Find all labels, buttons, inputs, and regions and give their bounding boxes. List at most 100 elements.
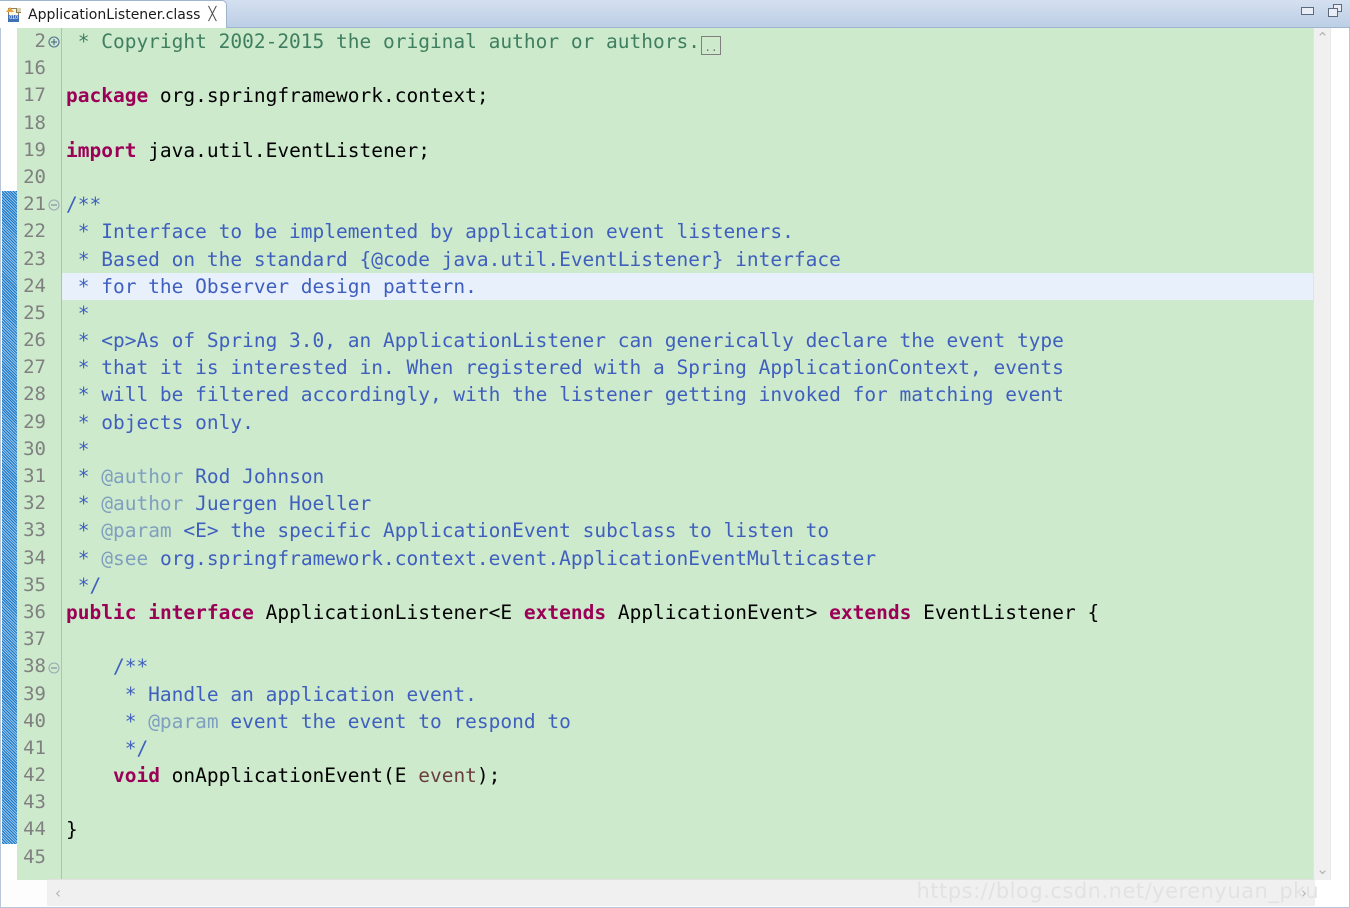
code-token: ApplicationEvent> xyxy=(606,600,830,624)
line-number: 22 xyxy=(23,220,46,243)
line-number: 31 xyxy=(23,465,46,487)
minimize-icon[interactable] xyxy=(1301,6,1314,15)
code-line[interactable]: * @param <E> the specific ApplicationEve… xyxy=(62,517,1316,544)
code-token: * xyxy=(66,437,90,461)
code-token: * xyxy=(66,546,102,570)
scroll-up-icon[interactable]: ⌃ xyxy=(1314,30,1331,47)
line-number: 17 xyxy=(23,84,46,107)
chevron-up-icon: ⌃ xyxy=(1316,29,1329,47)
line-number: 45 xyxy=(23,845,46,868)
line-number: 19 xyxy=(23,138,46,161)
code-token: * Copyright 2002-2015 the original autho… xyxy=(66,30,700,53)
scrollbar-corner xyxy=(2,880,47,906)
line-number: 21 xyxy=(23,193,46,216)
line-number: 20 xyxy=(23,165,46,188)
code-token: * Handle an application event. xyxy=(66,682,477,706)
code-line[interactable]: * @author Juergen Hoeller xyxy=(62,490,1316,517)
code-line[interactable] xyxy=(62,55,1316,82)
code-token: @param xyxy=(148,709,219,733)
line-number: 33 xyxy=(23,519,46,542)
code-token: * xyxy=(66,519,102,543)
code-line[interactable]: * Interface to be implemented by applica… xyxy=(62,218,1316,245)
code-line[interactable] xyxy=(62,844,1316,871)
code-line[interactable]: /** xyxy=(62,653,1316,680)
code-token: @author xyxy=(101,465,184,488)
code-line[interactable] xyxy=(62,789,1316,816)
line-number: 2 xyxy=(34,30,46,52)
line-number: 28 xyxy=(23,383,46,406)
code-line[interactable]: public interface ApplicationListener<E e… xyxy=(62,599,1316,626)
code-token: * xyxy=(66,465,102,488)
code-token: org.springframework.context.event.Applic… xyxy=(148,546,877,570)
code-token: * xyxy=(66,301,90,325)
code-line[interactable]: * that it is interested in. When registe… xyxy=(62,354,1316,381)
overview-ruler[interactable] xyxy=(1330,28,1348,880)
code-line[interactable]: */ xyxy=(62,572,1316,599)
code-token: * Based on the standard {@code java.util… xyxy=(66,247,841,271)
line-number: 42 xyxy=(23,764,46,787)
editor-body: 2 16 17 18 19 20 21 22 23 24 25 26 27 28 29 30 31 32 33 34 3… xyxy=(0,28,1350,908)
class-file-icon: 010 xyxy=(6,6,22,23)
fold-collapse-icon[interactable] xyxy=(48,662,60,674)
scroll-left-icon[interactable]: ‹ xyxy=(49,880,67,906)
code-line[interactable]: void onApplicationEvent(E event); xyxy=(62,762,1316,789)
code-token: ); xyxy=(476,764,501,788)
code-line[interactable]: import java.util.EventListener; xyxy=(62,137,1316,164)
code-line[interactable]: * xyxy=(62,436,1316,463)
restore-icon[interactable] xyxy=(1328,4,1342,17)
code-line[interactable] xyxy=(62,626,1316,653)
line-number: 25 xyxy=(23,301,46,324)
code-line[interactable]: package org.springframework.context; xyxy=(62,82,1316,109)
code-line[interactable]: * <p>As of Spring 3.0, an ApplicationLis… xyxy=(62,327,1316,354)
code-line[interactable]: * xyxy=(62,300,1316,327)
line-number: 44 xyxy=(23,818,46,841)
code-line[interactable]: * Copyright 2002-2015 the original autho… xyxy=(62,28,1316,55)
line-number: 37 xyxy=(23,628,46,651)
scroll-down-icon[interactable]: ⌄ xyxy=(1314,861,1331,878)
code-token: * xyxy=(66,709,149,733)
close-icon[interactable]: ╳ xyxy=(208,8,216,21)
code-line[interactable]: * objects only. xyxy=(62,409,1316,436)
code-text-area[interactable]: * Copyright 2002-2015 the original autho… xyxy=(62,28,1316,880)
line-number: 38 xyxy=(23,655,46,678)
code-line[interactable]: * Based on the standard {@code java.util… xyxy=(62,246,1316,273)
code-line[interactable]: * @param event the event to respond to xyxy=(62,708,1316,735)
code-line[interactable]: * @author Rod Johnson xyxy=(62,463,1316,490)
code-token: @see xyxy=(101,546,149,570)
window-buttons xyxy=(1301,4,1342,17)
code-line[interactable]: } xyxy=(62,816,1316,843)
fold-expand-icon[interactable] xyxy=(48,36,60,48)
code-line[interactable] xyxy=(62,110,1316,137)
folding-ruler xyxy=(47,28,61,880)
code-line[interactable]: */ xyxy=(62,735,1316,762)
horizontal-scrollbar[interactable]: ‹ › xyxy=(47,879,1315,906)
folded-content-icon[interactable]: .. xyxy=(700,36,721,55)
code-token: package xyxy=(66,84,149,108)
line-number: 29 xyxy=(23,410,46,433)
code-token: EventListener { xyxy=(911,600,1100,624)
code-token: extends xyxy=(523,600,607,624)
vertical-scrollbar[interactable]: ⌃ ⌄ xyxy=(1313,28,1331,880)
code-line[interactable]: * will be filtered accordingly, with the… xyxy=(62,381,1316,408)
code-line[interactable]: * for the Observer design pattern. xyxy=(62,272,1316,300)
code-token: interface xyxy=(148,600,254,624)
line-number: 34 xyxy=(23,546,46,569)
code-token: event the event to respond to xyxy=(218,709,571,733)
tab-application-listener[interactable]: 010 ApplicationListener.class ╳ xyxy=(0,0,228,28)
line-number: 40 xyxy=(23,709,46,732)
code-line[interactable]: * @see org.springframework.context.event… xyxy=(62,545,1316,572)
code-line[interactable]: /** xyxy=(62,191,1316,218)
code-token: */ xyxy=(66,736,149,760)
scroll-right-icon[interactable]: › xyxy=(1295,880,1313,906)
chevron-right-icon: › xyxy=(1301,883,1307,902)
code-token: * objects only. xyxy=(66,410,254,434)
code-token: import xyxy=(66,138,137,162)
code-line[interactable]: * Handle an application event. xyxy=(62,681,1316,708)
class-file-icon-bits: 010 xyxy=(8,14,19,22)
fold-collapse-icon[interactable] xyxy=(48,199,60,211)
chevron-down-icon: ⌄ xyxy=(1316,860,1329,878)
line-number: 27 xyxy=(23,356,46,379)
code-token: /** xyxy=(66,655,149,679)
code-line[interactable] xyxy=(62,164,1316,191)
